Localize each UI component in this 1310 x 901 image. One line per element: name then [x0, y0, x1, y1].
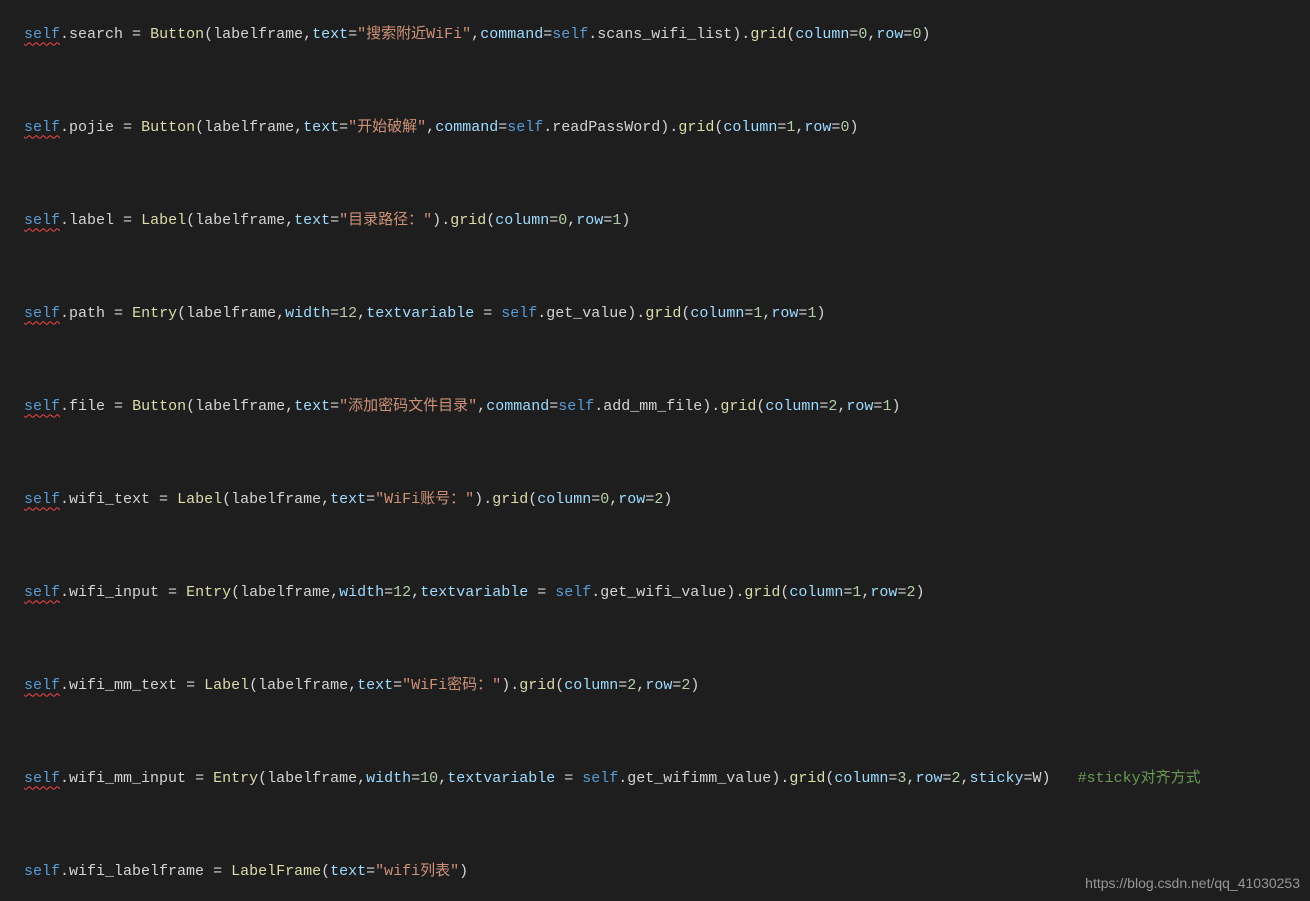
code-line: self.wifi_input = Entry(labelframe,width… [24, 581, 1310, 604]
blank-line [24, 349, 1310, 372]
code-editor[interactable]: self.search = Button(labelframe,text="搜索… [0, 0, 1310, 901]
watermark-text: https://blog.csdn.net/qq_41030253 [1085, 873, 1300, 895]
blank-line [24, 721, 1310, 744]
blank-line [24, 256, 1310, 279]
blank-line [24, 628, 1310, 651]
blank-line [24, 442, 1310, 465]
code-line: self.file = Button(labelframe,text="添加密码… [24, 395, 1310, 418]
blank-line [24, 535, 1310, 558]
blank-line [24, 814, 1310, 837]
code-line: self.pojie = Button(labelframe,text="开始破… [24, 116, 1310, 139]
code-line: self.path = Entry(labelframe,width=12,te… [24, 302, 1310, 325]
blank-line [24, 163, 1310, 186]
code-line: self.wifi_mm_text = Label(labelframe,tex… [24, 674, 1310, 697]
code-line: self.wifi_text = Label(labelframe,text="… [24, 488, 1310, 511]
code-line: self.search = Button(labelframe,text="搜索… [24, 23, 1310, 46]
blank-line [24, 70, 1310, 93]
code-line: self.label = Label(labelframe,text="目录路径… [24, 209, 1310, 232]
code-line: self.wifi_mm_input = Entry(labelframe,wi… [24, 767, 1310, 790]
